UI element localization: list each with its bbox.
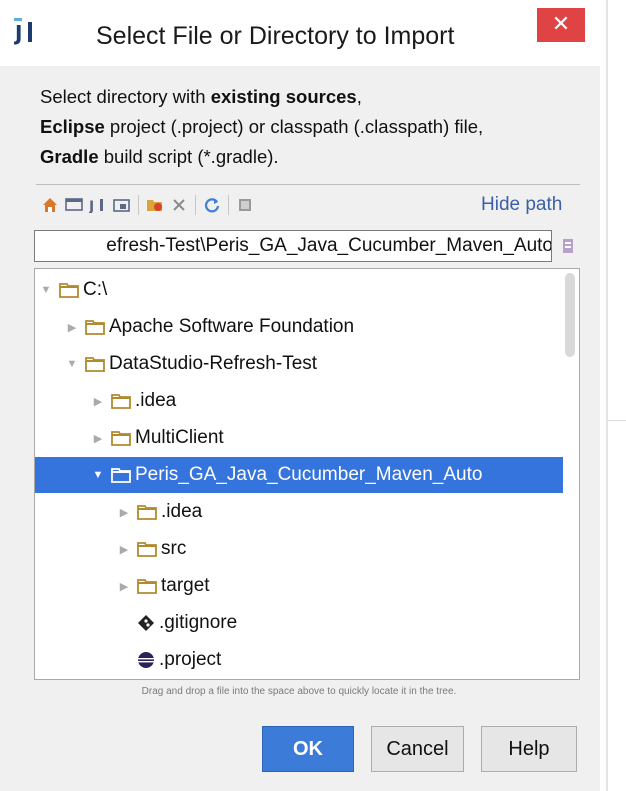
tree-row-label: .idea — [135, 390, 177, 411]
toolbar-separator — [138, 195, 139, 215]
folder-icon — [137, 542, 157, 557]
desktop-icon[interactable] — [62, 194, 86, 216]
tree-row-label: Peris_GA_Java_Cucumber_Maven_Auto — [135, 464, 483, 485]
tree-row-label: .idea — [161, 501, 203, 522]
background-window-divider — [608, 420, 626, 421]
module-icon[interactable] — [110, 194, 134, 216]
import-dialog: J Select File or Directory to Import ✕ S… — [0, 0, 600, 791]
delete-icon[interactable] — [167, 194, 191, 216]
tree-row-label: Apache Software Foundation — [109, 316, 355, 337]
dialog-title: Select File or Directory to Import — [96, 22, 455, 50]
tree-row[interactable]: ▼ C:\ — [35, 272, 563, 308]
folder-icon — [59, 283, 79, 298]
tree-row[interactable]: ▶ src — [35, 531, 563, 567]
separator — [36, 184, 580, 185]
tree-row[interactable]: ▶ Apache Software Foundation — [35, 309, 563, 345]
eclipse-file-icon — [138, 652, 154, 668]
desc-bold: Gradle — [40, 146, 99, 167]
hide-path-link[interactable]: Hide path — [481, 194, 562, 216]
show-hidden-icon[interactable] — [233, 194, 257, 216]
tree-row-label: DataStudio-Refresh-Test — [109, 353, 318, 374]
desc-text: Select directory with — [40, 86, 211, 107]
file-chooser-toolbar: J — [38, 192, 257, 218]
folder-icon — [111, 431, 131, 446]
help-button[interactable]: Help — [481, 726, 577, 772]
background-window-edge — [606, 0, 608, 791]
tree-row-label: MultiClient — [135, 427, 224, 448]
desc-bold: Eclipse — [40, 116, 105, 137]
tree-row[interactable]: ▶ .idea — [35, 494, 563, 530]
tree-row[interactable]: ▼ Peris_GA_Java_Cucumber_Maven_Auto — [35, 457, 563, 493]
expand-arrow-right-icon[interactable]: ▶ — [117, 506, 131, 519]
expand-arrow-down-icon[interactable]: ▼ — [65, 358, 79, 370]
desc-text: project (.project) or classpath (.classp… — [104, 116, 484, 137]
folder-icon — [85, 320, 105, 335]
expand-arrow-right-icon[interactable]: ▶ — [117, 543, 131, 556]
expand-arrow-right-icon[interactable]: ▶ — [91, 432, 105, 445]
tree-row[interactable]: .gitignore — [35, 605, 563, 641]
tree-row[interactable]: ▶ MultiClient — [35, 420, 563, 456]
svg-text:J: J — [14, 21, 22, 45]
expand-arrow-down-icon[interactable]: ▼ — [39, 284, 53, 296]
folder-icon — [137, 505, 157, 520]
refresh-icon[interactable] — [200, 194, 224, 216]
cancel-button[interactable]: Cancel — [371, 726, 464, 772]
close-button[interactable]: ✕ — [537, 8, 585, 42]
path-history-icon[interactable] — [560, 234, 576, 256]
tree-row[interactable]: .project — [35, 642, 563, 678]
intellij-app-icon: J — [14, 18, 40, 46]
tree-row-label: .gitignore — [159, 612, 238, 633]
tree-row-label: .project — [159, 649, 222, 670]
toolbar-separator — [195, 195, 196, 215]
desc-text: , — [356, 86, 362, 107]
tree-row-label: C:\ — [83, 279, 108, 300]
tree-row[interactable]: ▼ DataStudio-Refresh-Test — [35, 346, 563, 382]
tree-row-label: src — [161, 538, 187, 559]
folder-icon — [137, 579, 157, 594]
folder-icon — [111, 394, 131, 409]
home-icon[interactable] — [38, 194, 62, 216]
description: Select directory with existing sources, … — [40, 82, 483, 172]
path-input[interactable]: efresh-Test\Peris_GA_Java_Cucumber_Maven… — [34, 230, 552, 262]
drag-drop-hint: Drag and drop a file into the space abov… — [0, 686, 626, 697]
tree-row-label: target — [161, 575, 210, 596]
file-tree[interactable]: ▼ C:\ ▶ Apache Software Foundation ▼ DataStud… — [34, 268, 580, 680]
expand-arrow-right-icon[interactable]: ▶ — [65, 321, 79, 334]
path-value: efresh-Test\Peris_GA_Java_Cucumber_Maven… — [106, 235, 552, 256]
new-folder-icon[interactable] — [143, 194, 167, 216]
project-icon[interactable]: J — [86, 194, 110, 216]
tree-row[interactable]: ▶ target — [35, 568, 563, 604]
desc-text: build script (*.gradle). — [98, 146, 279, 167]
ok-button[interactable]: OK — [262, 726, 354, 772]
git-file-icon — [138, 615, 154, 631]
expand-arrow-right-icon[interactable]: ▶ — [117, 580, 131, 593]
hint-text: Drag and drop a file into the space abov… — [141, 686, 457, 697]
tree-row[interactable]: ▶ .idea — [35, 383, 563, 419]
desc-bold: existing sources — [210, 86, 357, 107]
title-bar[interactable]: J Select File or Directory to Import ✕ — [0, 0, 600, 66]
expand-arrow-down-icon[interactable]: ▼ — [91, 469, 105, 481]
toolbar-separator — [228, 195, 229, 215]
svg-text:J: J — [89, 199, 94, 213]
expand-arrow-right-icon[interactable]: ▶ — [91, 395, 105, 408]
folder-icon — [111, 468, 131, 483]
tree-scrollbar[interactable] — [565, 273, 575, 357]
folder-icon — [85, 357, 105, 372]
